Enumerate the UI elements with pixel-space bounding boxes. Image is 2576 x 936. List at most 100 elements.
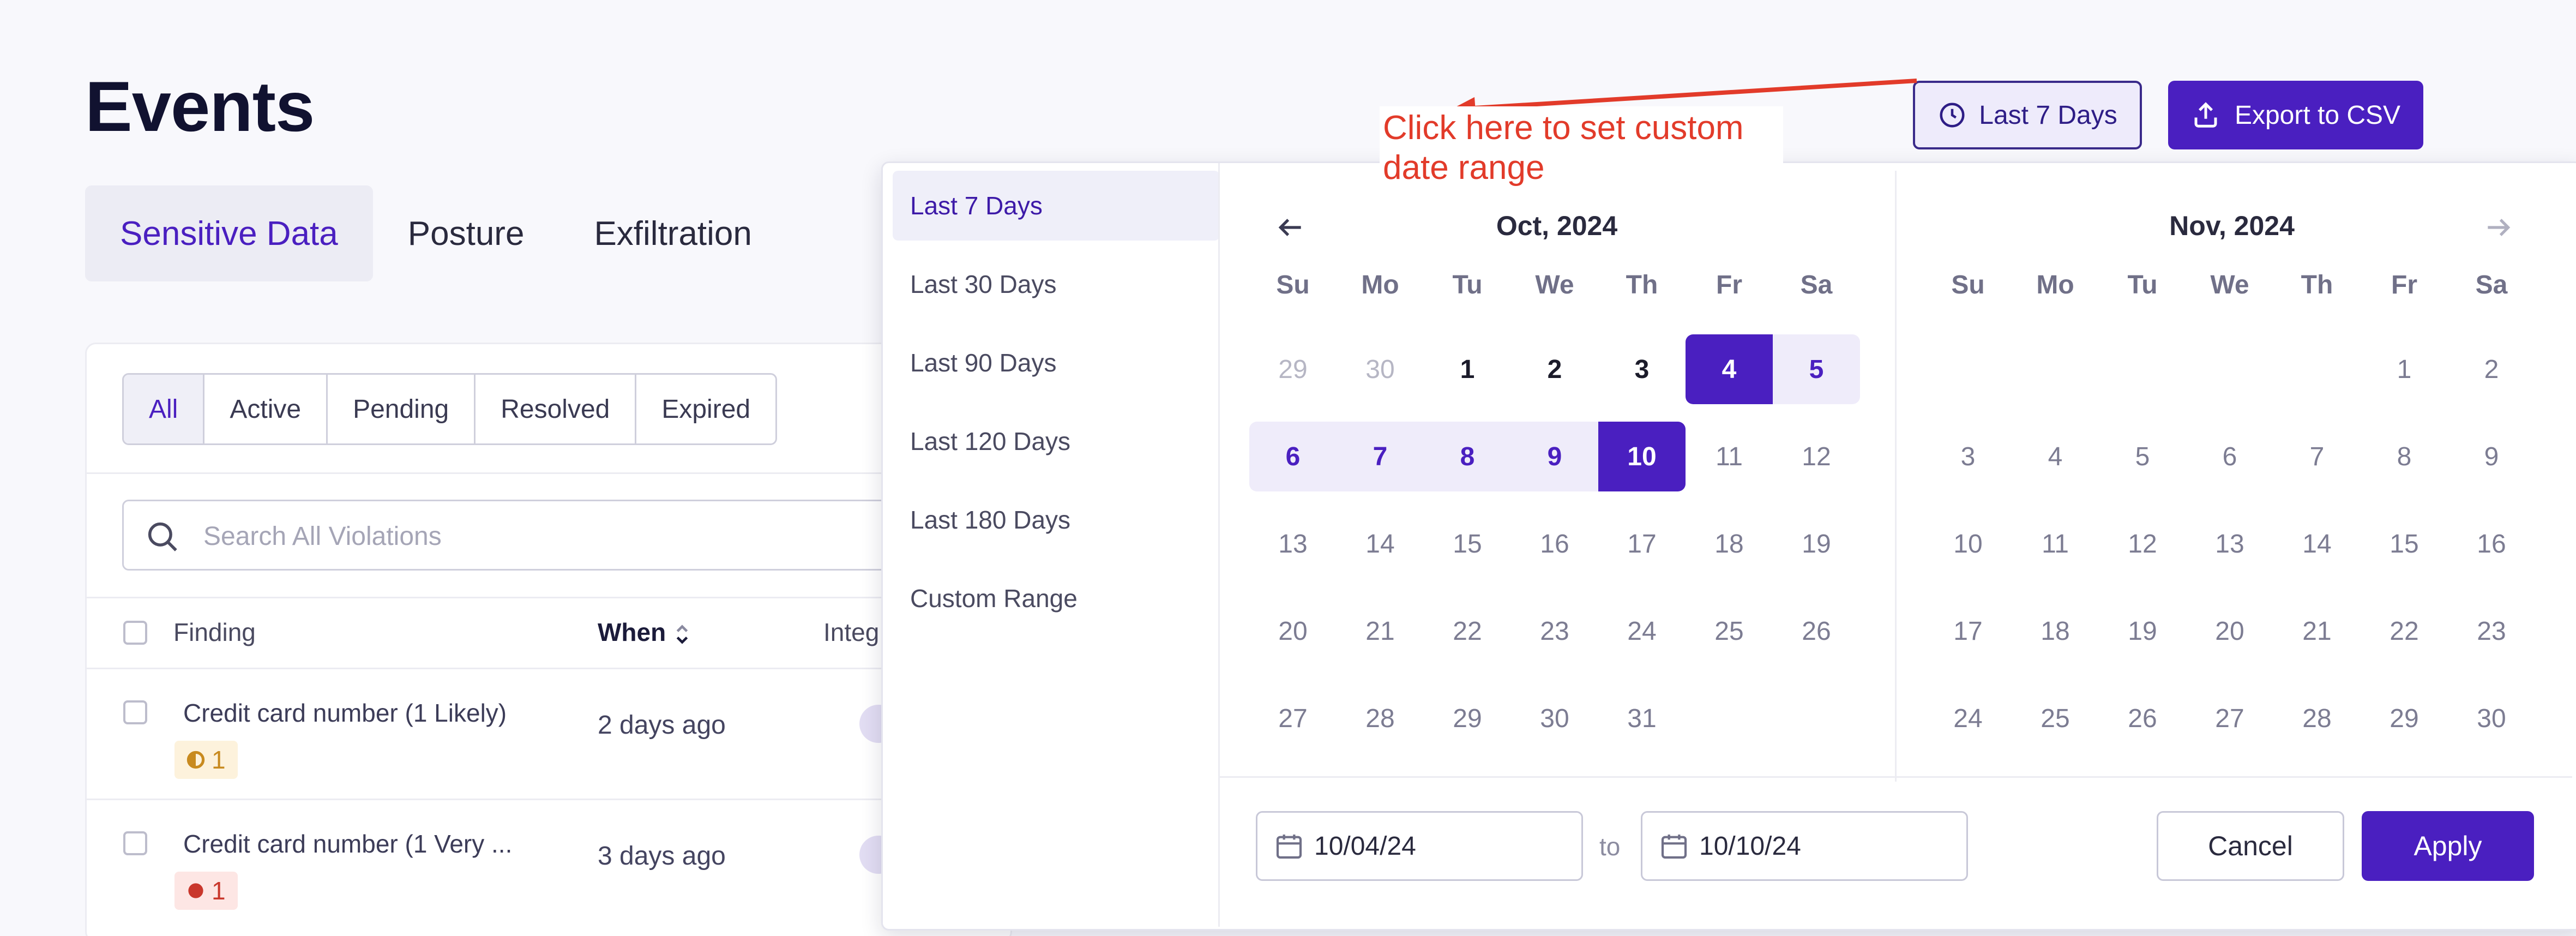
calendar-day[interactable]: 11 [1686, 422, 1773, 491]
calendar-day[interactable]: 22 [2361, 596, 2448, 666]
weekday-label: We [1535, 271, 1574, 299]
calendar-day[interactable]: 30 [2448, 683, 2535, 753]
cancel-button[interactable]: Cancel [2157, 811, 2344, 881]
preset-last-7-days[interactable]: Last 7 Days [893, 171, 1220, 241]
preset-last-30-days[interactable]: Last 30 Days [893, 249, 1220, 319]
calendar-day[interactable]: 19 [2099, 596, 2186, 666]
calendar-day[interactable]: 17 [1924, 596, 2012, 666]
finding-title[interactable]: Credit card number (1 Very ... [183, 829, 512, 859]
calendar-day[interactable]: 20 [2186, 596, 2273, 666]
preset-custom-range[interactable]: Custom Range [893, 563, 1220, 633]
calendar-day[interactable]: 5 [1773, 334, 1860, 404]
calendar-day[interactable]: 27 [1249, 683, 1337, 753]
search-input[interactable] [203, 514, 967, 558]
filter-all[interactable]: All [124, 375, 203, 443]
calendar-day[interactable]: 29 [1249, 334, 1337, 404]
row-checkbox[interactable] [123, 831, 147, 855]
calendar-day[interactable]: 9 [2448, 422, 2535, 491]
sort-icon[interactable] [674, 622, 690, 647]
calendar-day[interactable]: 8 [2361, 422, 2448, 491]
calendar-icon [1274, 831, 1304, 861]
calendar-day[interactable]: 30 [1511, 683, 1598, 753]
start-date-input[interactable]: 10/04/24 [1256, 811, 1583, 881]
status-filter: All Active Pending Resolved Expired [122, 373, 778, 445]
date-range-button[interactable]: Last 7 Days [1913, 81, 2142, 149]
calendar-day[interactable]: 1 [1424, 334, 1511, 404]
select-all-checkbox[interactable] [123, 621, 147, 645]
calendar-day[interactable]: 6 [1249, 422, 1337, 491]
calendar-day[interactable]: 22 [1424, 596, 1511, 666]
row-checkbox[interactable] [123, 700, 147, 724]
column-finding[interactable]: Finding [173, 617, 256, 647]
calendar-day[interactable]: 1 [2361, 334, 2448, 404]
calendar-day[interactable]: 29 [2361, 683, 2448, 753]
calendar-day[interactable]: 4 [2012, 422, 2099, 491]
calendar-day[interactable]: 25 [2012, 683, 2099, 753]
calendar-day[interactable]: 2 [2448, 334, 2535, 404]
weekday-label: Th [1626, 271, 1658, 299]
tab-sensitive-data[interactable]: Sensitive Data [85, 185, 373, 281]
preset-last-90-days[interactable]: Last 90 Days [893, 328, 1220, 398]
column-integration[interactable]: Integ [823, 617, 879, 647]
tab-posture[interactable]: Posture [373, 185, 559, 281]
calendar-day[interactable]: 3 [1598, 334, 1686, 404]
filter-pending[interactable]: Pending [326, 375, 474, 443]
calendar-day[interactable]: 10 [1598, 422, 1686, 491]
calendar-day[interactable]: 26 [1773, 596, 1860, 666]
calendar-day[interactable]: 14 [1337, 509, 1424, 579]
arrow-right-icon [2483, 212, 2513, 243]
calendar-day[interactable]: 7 [1337, 422, 1424, 491]
calendar-day[interactable]: 24 [1924, 683, 2012, 753]
calendar-day[interactable]: 29 [1424, 683, 1511, 753]
filter-active[interactable]: Active [203, 375, 326, 443]
tab-exfiltration[interactable]: Exfiltration [559, 185, 786, 281]
calendar-day[interactable]: 13 [1249, 509, 1337, 579]
preset-last-180-days[interactable]: Last 180 Days [893, 485, 1220, 555]
finding-title[interactable]: Credit card number (1 Likely) [183, 698, 507, 728]
calendar-day[interactable]: 13 [2186, 509, 2273, 579]
end-date-input[interactable]: 10/10/24 [1641, 811, 1968, 881]
calendar-day[interactable]: 16 [2448, 509, 2535, 579]
calendar-day[interactable]: 8 [1424, 422, 1511, 491]
calendar-day[interactable]: 18 [1686, 509, 1773, 579]
calendar-day[interactable]: 31 [1598, 683, 1686, 753]
calendar-day[interactable]: 23 [1511, 596, 1598, 666]
calendar-day[interactable]: 24 [1598, 596, 1686, 666]
calendar-day[interactable]: 3 [1924, 422, 2012, 491]
export-csv-button[interactable]: Export to CSV [2168, 81, 2423, 149]
calendar-day[interactable]: 12 [1773, 422, 1860, 491]
calendar-day[interactable]: 15 [1424, 509, 1511, 579]
calendar-day[interactable]: 4 [1686, 334, 1773, 404]
calendar-day[interactable]: 16 [1511, 509, 1598, 579]
calendar-day[interactable]: 21 [1337, 596, 1424, 666]
calendar-day[interactable]: 10 [1924, 509, 2012, 579]
calendar-day[interactable]: 2 [1511, 334, 1598, 404]
calendar-day[interactable]: 27 [2186, 683, 2273, 753]
calendar-day[interactable]: 20 [1249, 596, 1337, 666]
calendar-day[interactable]: 5 [2099, 422, 2186, 491]
filter-expired[interactable]: Expired [635, 375, 775, 443]
prev-month-button[interactable] [1269, 206, 1313, 249]
preset-last-120-days[interactable]: Last 120 Days [893, 406, 1220, 476]
calendar-day[interactable]: 6 [2186, 422, 2273, 491]
calendar-day[interactable]: 14 [2273, 509, 2361, 579]
calendar-day[interactable]: 25 [1686, 596, 1773, 666]
calendar-day[interactable]: 15 [2361, 509, 2448, 579]
calendar-day[interactable]: 18 [2012, 596, 2099, 666]
calendar-day[interactable]: 17 [1598, 509, 1686, 579]
next-month-button[interactable] [2476, 206, 2520, 249]
calendar-day[interactable]: 11 [2012, 509, 2099, 579]
calendar-day[interactable]: 9 [1511, 422, 1598, 491]
calendar-day[interactable]: 21 [2273, 596, 2361, 666]
filter-resolved[interactable]: Resolved [474, 375, 635, 443]
apply-button[interactable]: Apply [2362, 811, 2534, 881]
calendar-day[interactable]: 30 [1337, 334, 1424, 404]
calendar-day[interactable]: 19 [1773, 509, 1860, 579]
calendar-day[interactable]: 23 [2448, 596, 2535, 666]
calendar-day[interactable]: 28 [2273, 683, 2361, 753]
calendar-day[interactable]: 12 [2099, 509, 2186, 579]
column-when[interactable]: When [598, 617, 666, 647]
calendar-day[interactable]: 28 [1337, 683, 1424, 753]
calendar-day[interactable]: 7 [2273, 422, 2361, 491]
calendar-day[interactable]: 26 [2099, 683, 2186, 753]
